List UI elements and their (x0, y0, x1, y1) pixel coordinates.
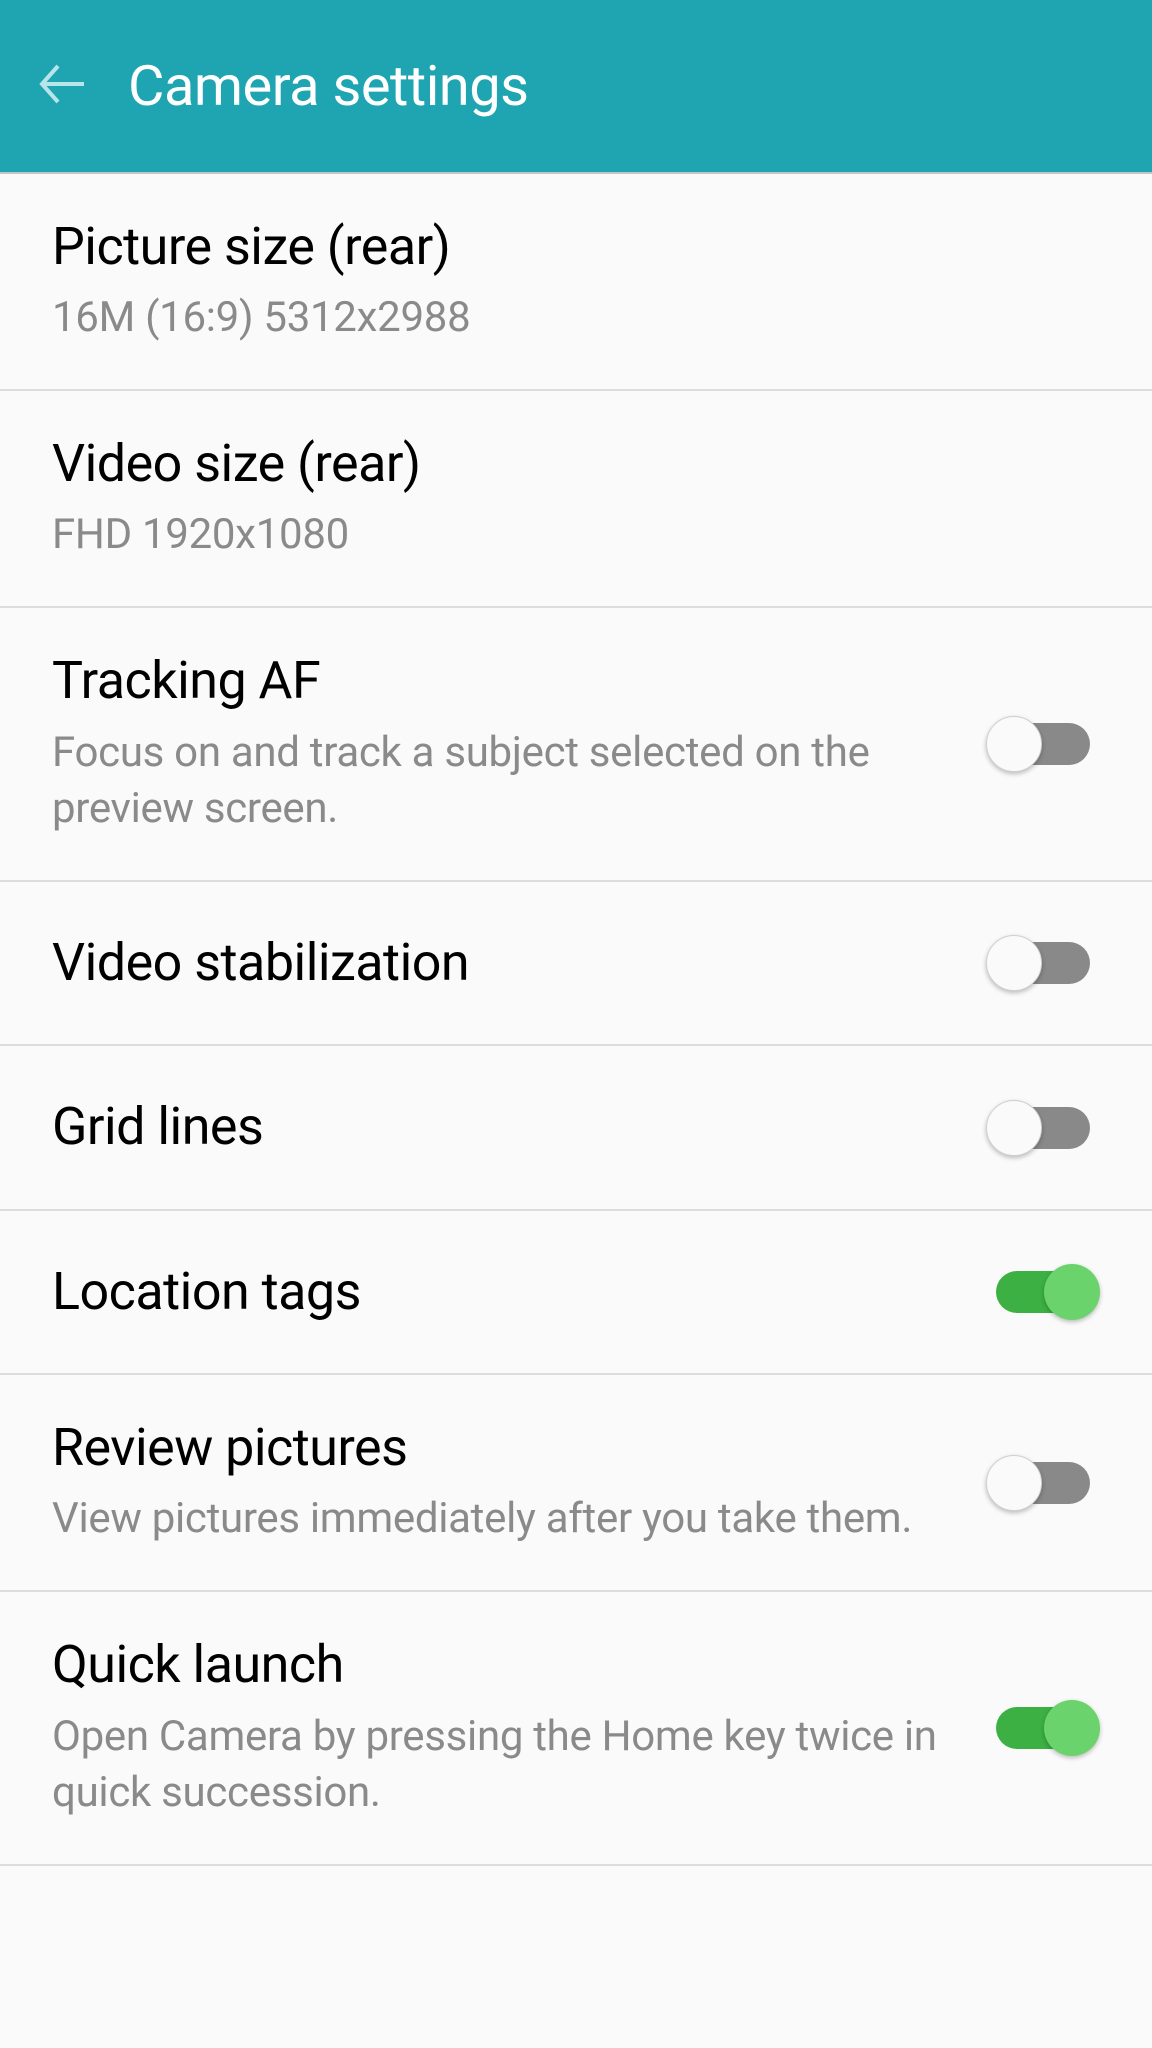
page-title: Camera settings (128, 53, 529, 119)
location-tags-toggle[interactable] (986, 1264, 1100, 1320)
review-pictures-toggle[interactable] (986, 1455, 1100, 1511)
toggle-thumb (986, 1455, 1042, 1511)
setting-title: Video size (rear) (52, 433, 1070, 495)
toggle-thumb (1044, 1700, 1100, 1756)
grid-lines-setting[interactable]: Grid lines (0, 1046, 1152, 1210)
setting-text-block: Quick launch Open Camera by pressing the… (52, 1634, 986, 1822)
setting-value: FHD 1920x1080 (52, 507, 1070, 564)
setting-title: Tracking AF (52, 650, 956, 712)
tracking-af-toggle[interactable] (986, 716, 1100, 772)
setting-title: Location tags (52, 1261, 956, 1323)
grid-lines-toggle[interactable] (986, 1100, 1100, 1156)
quick-launch-toggle[interactable] (986, 1700, 1100, 1756)
setting-description: Open Camera by pressing the Home key twi… (52, 1709, 956, 1822)
setting-title: Quick launch (52, 1634, 956, 1696)
setting-value: 16M (16:9) 5312x2988 (52, 290, 1070, 347)
video-size-setting[interactable]: Video size (rear) FHD 1920x1080 (0, 391, 1152, 608)
quick-launch-setting[interactable]: Quick launch Open Camera by pressing the… (0, 1592, 1152, 1866)
toggle-thumb (986, 716, 1042, 772)
setting-title: Review pictures (52, 1417, 956, 1479)
location-tags-setting[interactable]: Location tags (0, 1211, 1152, 1375)
video-stabilization-toggle[interactable] (986, 935, 1100, 991)
setting-description: View pictures immediately after you take… (52, 1491, 956, 1548)
setting-title: Picture size (rear) (52, 216, 1070, 278)
toggle-thumb (986, 1100, 1042, 1156)
setting-title: Video stabilization (52, 932, 956, 994)
setting-text-block: Grid lines (52, 1096, 986, 1158)
settings-list: Picture size (rear) 16M (16:9) 5312x2988… (0, 174, 1152, 1866)
tracking-af-setting[interactable]: Tracking AF Focus on and track a subject… (0, 608, 1152, 882)
setting-text-block: Video stabilization (52, 932, 986, 994)
setting-description: Focus on and track a subject selected on… (52, 725, 956, 838)
setting-title: Grid lines (52, 1096, 956, 1158)
review-pictures-setting[interactable]: Review pictures View pictures immediatel… (0, 1375, 1152, 1592)
setting-text-block: Location tags (52, 1261, 986, 1323)
picture-size-setting[interactable]: Picture size (rear) 16M (16:9) 5312x2988 (0, 174, 1152, 391)
setting-text-block: Tracking AF Focus on and track a subject… (52, 650, 986, 838)
toggle-thumb (986, 935, 1042, 991)
setting-text-block: Picture size (rear) 16M (16:9) 5312x2988 (52, 216, 1100, 347)
app-header: Camera settings (0, 0, 1152, 174)
setting-text-block: Review pictures View pictures immediatel… (52, 1417, 986, 1548)
back-arrow-icon[interactable] (36, 58, 88, 114)
video-stabilization-setting[interactable]: Video stabilization (0, 882, 1152, 1046)
setting-text-block: Video size (rear) FHD 1920x1080 (52, 433, 1100, 564)
toggle-thumb (1044, 1264, 1100, 1320)
